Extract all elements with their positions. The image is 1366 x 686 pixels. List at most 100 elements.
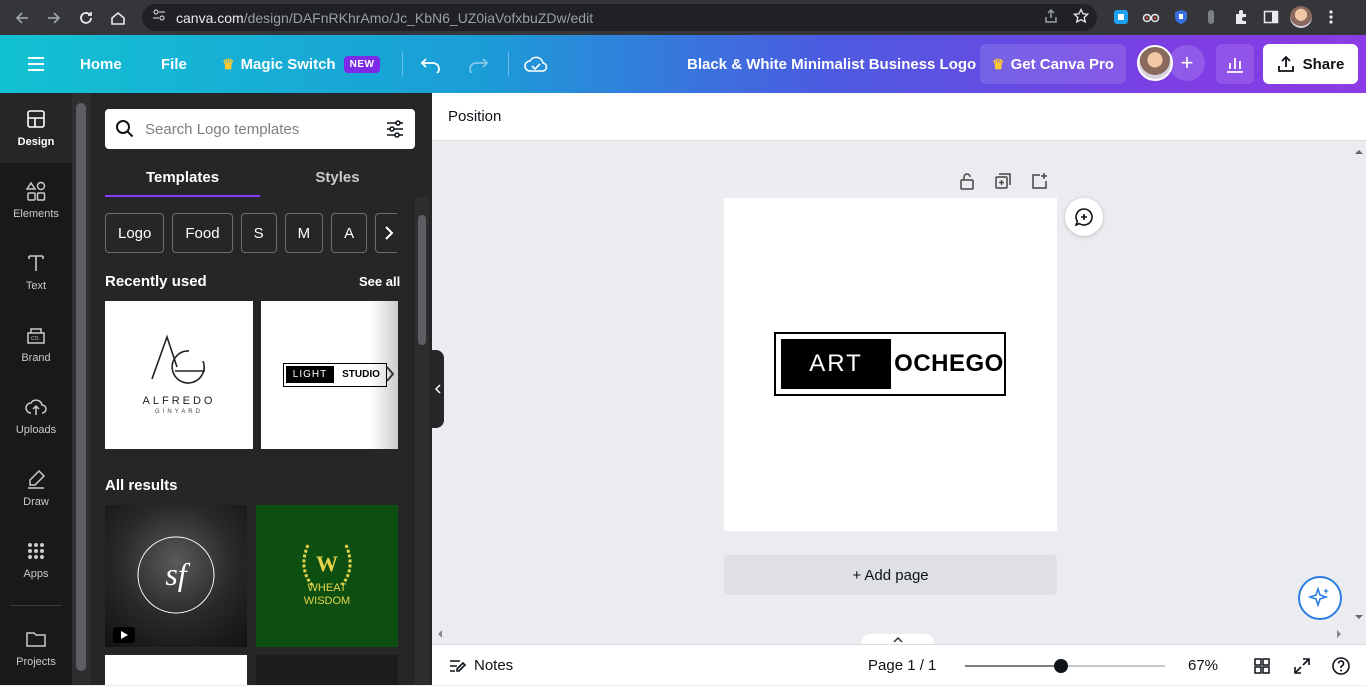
canvas-vertical-scrollbar[interactable] [1352, 141, 1366, 631]
rail-draw[interactable]: Draw [0, 453, 72, 523]
logo-text-left[interactable]: ART [781, 339, 891, 389]
reload-icon[interactable] [70, 0, 102, 35]
tab-styles[interactable]: Styles [260, 163, 415, 197]
chip-m[interactable]: M [284, 213, 324, 253]
side-panel-icon[interactable] [1260, 5, 1282, 29]
notes-label: Notes [474, 657, 514, 674]
comment-icon [1074, 208, 1093, 227]
get-pro-label: Get Canva Pro [1010, 55, 1114, 73]
site-info-icon[interactable] [152, 8, 166, 27]
ag-monogram-logo [151, 334, 205, 384]
template-thumbnail[interactable] [105, 655, 247, 685]
template-text: WISDOM [304, 595, 350, 607]
rail-elements[interactable]: Elements [0, 165, 72, 235]
shapes-icon [25, 181, 46, 201]
filter-icon[interactable] [385, 119, 405, 139]
forward-icon[interactable] [38, 0, 70, 35]
page-tools [957, 171, 1049, 191]
chip-food[interactable]: Food [172, 213, 233, 253]
extension-shield-icon[interactable] [1170, 5, 1192, 29]
get-canva-pro-button[interactable]: ♛ Get Canva Pro [980, 44, 1126, 84]
design-title[interactable]: Black & White Minimalist Business Logo [687, 35, 976, 93]
side-rail: Design Elements Text CO. Brand Uploads D… [0, 93, 72, 685]
duplicate-page-icon[interactable] [993, 171, 1013, 191]
template-text: WHEAT [308, 582, 347, 594]
chip-next-icon[interactable] [375, 213, 397, 253]
chip-s[interactable]: S [240, 213, 277, 253]
rail-projects[interactable]: Projects [0, 613, 72, 683]
template-thumbnail[interactable]: sf [105, 505, 247, 647]
share-page-icon[interactable] [1043, 8, 1059, 29]
back-icon[interactable] [6, 0, 38, 35]
bookmark-star-icon[interactable] [1072, 7, 1090, 29]
profile-avatar[interactable] [1290, 5, 1312, 29]
home-button[interactable]: Home [80, 35, 122, 93]
logo-text-right[interactable]: OCHEGO [894, 339, 1004, 389]
panel-scrollbar[interactable] [415, 197, 429, 685]
svg-text:CO.: CO. [31, 336, 40, 342]
rail-label: Projects [16, 656, 56, 668]
panel-tabs: Templates Styles [105, 163, 415, 197]
redo-icon[interactable] [467, 35, 489, 93]
rail-label: Design [17, 136, 55, 148]
chip-logo[interactable]: Logo [105, 213, 165, 253]
rail-text[interactable]: Text [0, 237, 72, 307]
add-page-button[interactable]: + Add page [724, 555, 1057, 595]
light-studio-logo: LIGHT STUDIO [283, 363, 387, 387]
rail-brand[interactable]: CO. Brand [0, 309, 72, 379]
cloud-saved-icon[interactable] [524, 35, 548, 93]
tab-templates[interactable]: Templates [105, 163, 260, 197]
file-menu-button[interactable]: File [161, 35, 187, 93]
zoom-percentage[interactable]: 67% [1188, 645, 1218, 686]
magic-switch-button[interactable]: ♛ Magic Switch NEW [222, 35, 381, 93]
template-thumbnail[interactable]: W WHEAT WISDOM [256, 505, 398, 647]
rail-scrollbar[interactable] [72, 93, 90, 685]
template-thumbnail[interactable]: LIGHT STUDIO [261, 301, 398, 449]
address-bar[interactable]: canva.com/design/DAFnRKhrAmo/Jc_KbN6_UZ0… [142, 4, 1097, 31]
folder-icon [26, 632, 46, 647]
add-page-icon[interactable] [1029, 171, 1049, 191]
grid-view-icon[interactable] [1251, 655, 1273, 677]
add-collaborator-button[interactable]: + [1169, 45, 1205, 81]
rail-apps[interactable]: Apps [0, 525, 72, 595]
add-comment-button[interactable] [1065, 198, 1103, 236]
search-box[interactable] [105, 109, 415, 149]
insights-chart-icon[interactable] [1216, 44, 1254, 84]
design-page[interactable]: ART OCHEGO [724, 198, 1057, 531]
help-icon[interactable] [1330, 655, 1352, 677]
undo-icon[interactable] [420, 35, 442, 93]
rail-design[interactable]: Design [0, 93, 72, 163]
search-input[interactable] [145, 120, 365, 138]
template-thumbnail[interactable]: ALFREDO GINYARD [105, 301, 253, 449]
browser-menu-icon[interactable] [1320, 5, 1342, 29]
template-thumbnail[interactable] [256, 655, 398, 685]
extension-glasses-icon[interactable] [1140, 5, 1162, 29]
template-text: STUDIO [342, 369, 380, 380]
rail-uploads[interactable]: Uploads [0, 381, 72, 451]
chevron-right-icon[interactable] [385, 365, 395, 388]
zoom-slider-handle[interactable] [1054, 659, 1068, 673]
avatar[interactable] [1137, 45, 1173, 81]
lock-icon[interactable] [957, 171, 977, 191]
share-button[interactable]: Share [1263, 44, 1358, 84]
fullscreen-icon[interactable] [1291, 655, 1313, 677]
rail-label: Apps [23, 568, 49, 580]
position-button[interactable]: Position [448, 108, 501, 125]
play-video-icon[interactable] [113, 627, 135, 643]
share-label: Share [1302, 55, 1345, 73]
home-icon[interactable] [102, 0, 134, 35]
extensions-puzzle-icon[interactable] [1230, 5, 1252, 29]
hamburger-menu-icon[interactable] [26, 35, 46, 93]
rail-label: Draw [23, 496, 49, 508]
page-counter[interactable]: Page 1 / 1 [868, 645, 936, 686]
template-text: W [316, 551, 338, 576]
notes-button[interactable]: Notes [448, 645, 513, 686]
chip-a[interactable]: A [331, 213, 368, 253]
magic-assistant-button[interactable] [1298, 576, 1342, 620]
logo-element[interactable]: ART OCHEGO [774, 332, 1006, 396]
see-all-link[interactable]: See all [359, 274, 400, 289]
extension-1-icon[interactable] [1110, 5, 1132, 29]
extension-grey-icon[interactable] [1200, 5, 1222, 29]
rail-label: Uploads [15, 424, 57, 436]
zoom-slider[interactable] [965, 659, 1165, 673]
